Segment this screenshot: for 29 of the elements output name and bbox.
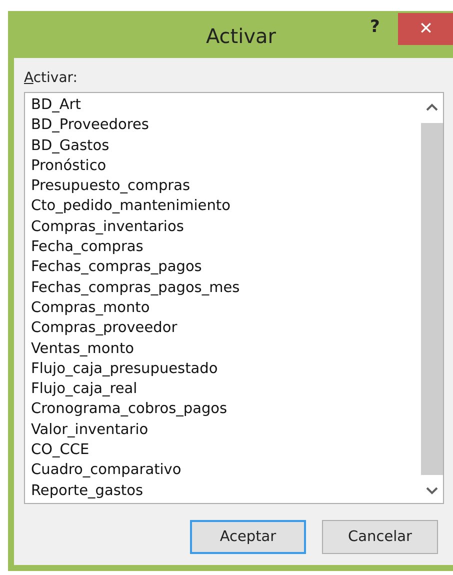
sheet-list-item[interactable]: BD_Gastos — [31, 136, 110, 156]
scroll-up-icon[interactable] — [426, 103, 438, 111]
sheet-list-item[interactable]: BD_Art — [31, 95, 81, 116]
sheet-list-item[interactable]: Ventas_monto — [31, 338, 134, 359]
sheet-list-item[interactable]: Fechas_compras_pagos_mes — [31, 278, 240, 298]
sheet-list-item[interactable]: Fecha_compras — [31, 237, 144, 258]
sheet-list-item[interactable]: Cuadro_comparativo — [31, 460, 182, 481]
sheet-list-item[interactable]: CO_CCE — [31, 440, 90, 460]
list-label: Activar: — [24, 70, 78, 86]
close-button[interactable]: ✕ — [398, 13, 453, 45]
sheet-list-item[interactable]: Flujo_caja_real — [31, 379, 138, 400]
sheet-list-item[interactable]: Valor_inventario — [31, 420, 148, 440]
sheet-list-item[interactable]: Fechas_compras_pagos — [31, 257, 202, 278]
sheet-list-item[interactable]: Presupuesto_compras — [31, 176, 190, 196]
sheet-list-item[interactable]: Compras_proveedor — [31, 318, 178, 339]
sheet-list-item[interactable]: Flujo_caja_presupuestado — [31, 358, 218, 380]
sheet-list-item[interactable]: BD_Proveedores — [31, 115, 149, 136]
sheet-list-item[interactable]: Reporte_gastos — [31, 480, 143, 501]
sheet-list-item[interactable]: Compras_inventarios — [31, 216, 184, 238]
sheet-list-item[interactable]: Cto_pedido_mantenimiento — [31, 196, 230, 217]
help-button[interactable]: ? — [366, 17, 384, 37]
accept-button[interactable]: Aceptar — [190, 520, 306, 554]
sheet-list-item[interactable]: Compras_monto — [31, 298, 150, 318]
scroll-down-icon[interactable] — [426, 487, 438, 495]
sheet-list-item[interactable]: Pronóstico — [31, 156, 106, 176]
window-title: Activar — [206, 24, 276, 48]
sheet-list[interactable] — [24, 92, 444, 504]
cancel-button[interactable]: Cancelar — [322, 520, 438, 554]
sheet-list-item[interactable]: Cronograma_cobros_pagos — [31, 399, 228, 420]
